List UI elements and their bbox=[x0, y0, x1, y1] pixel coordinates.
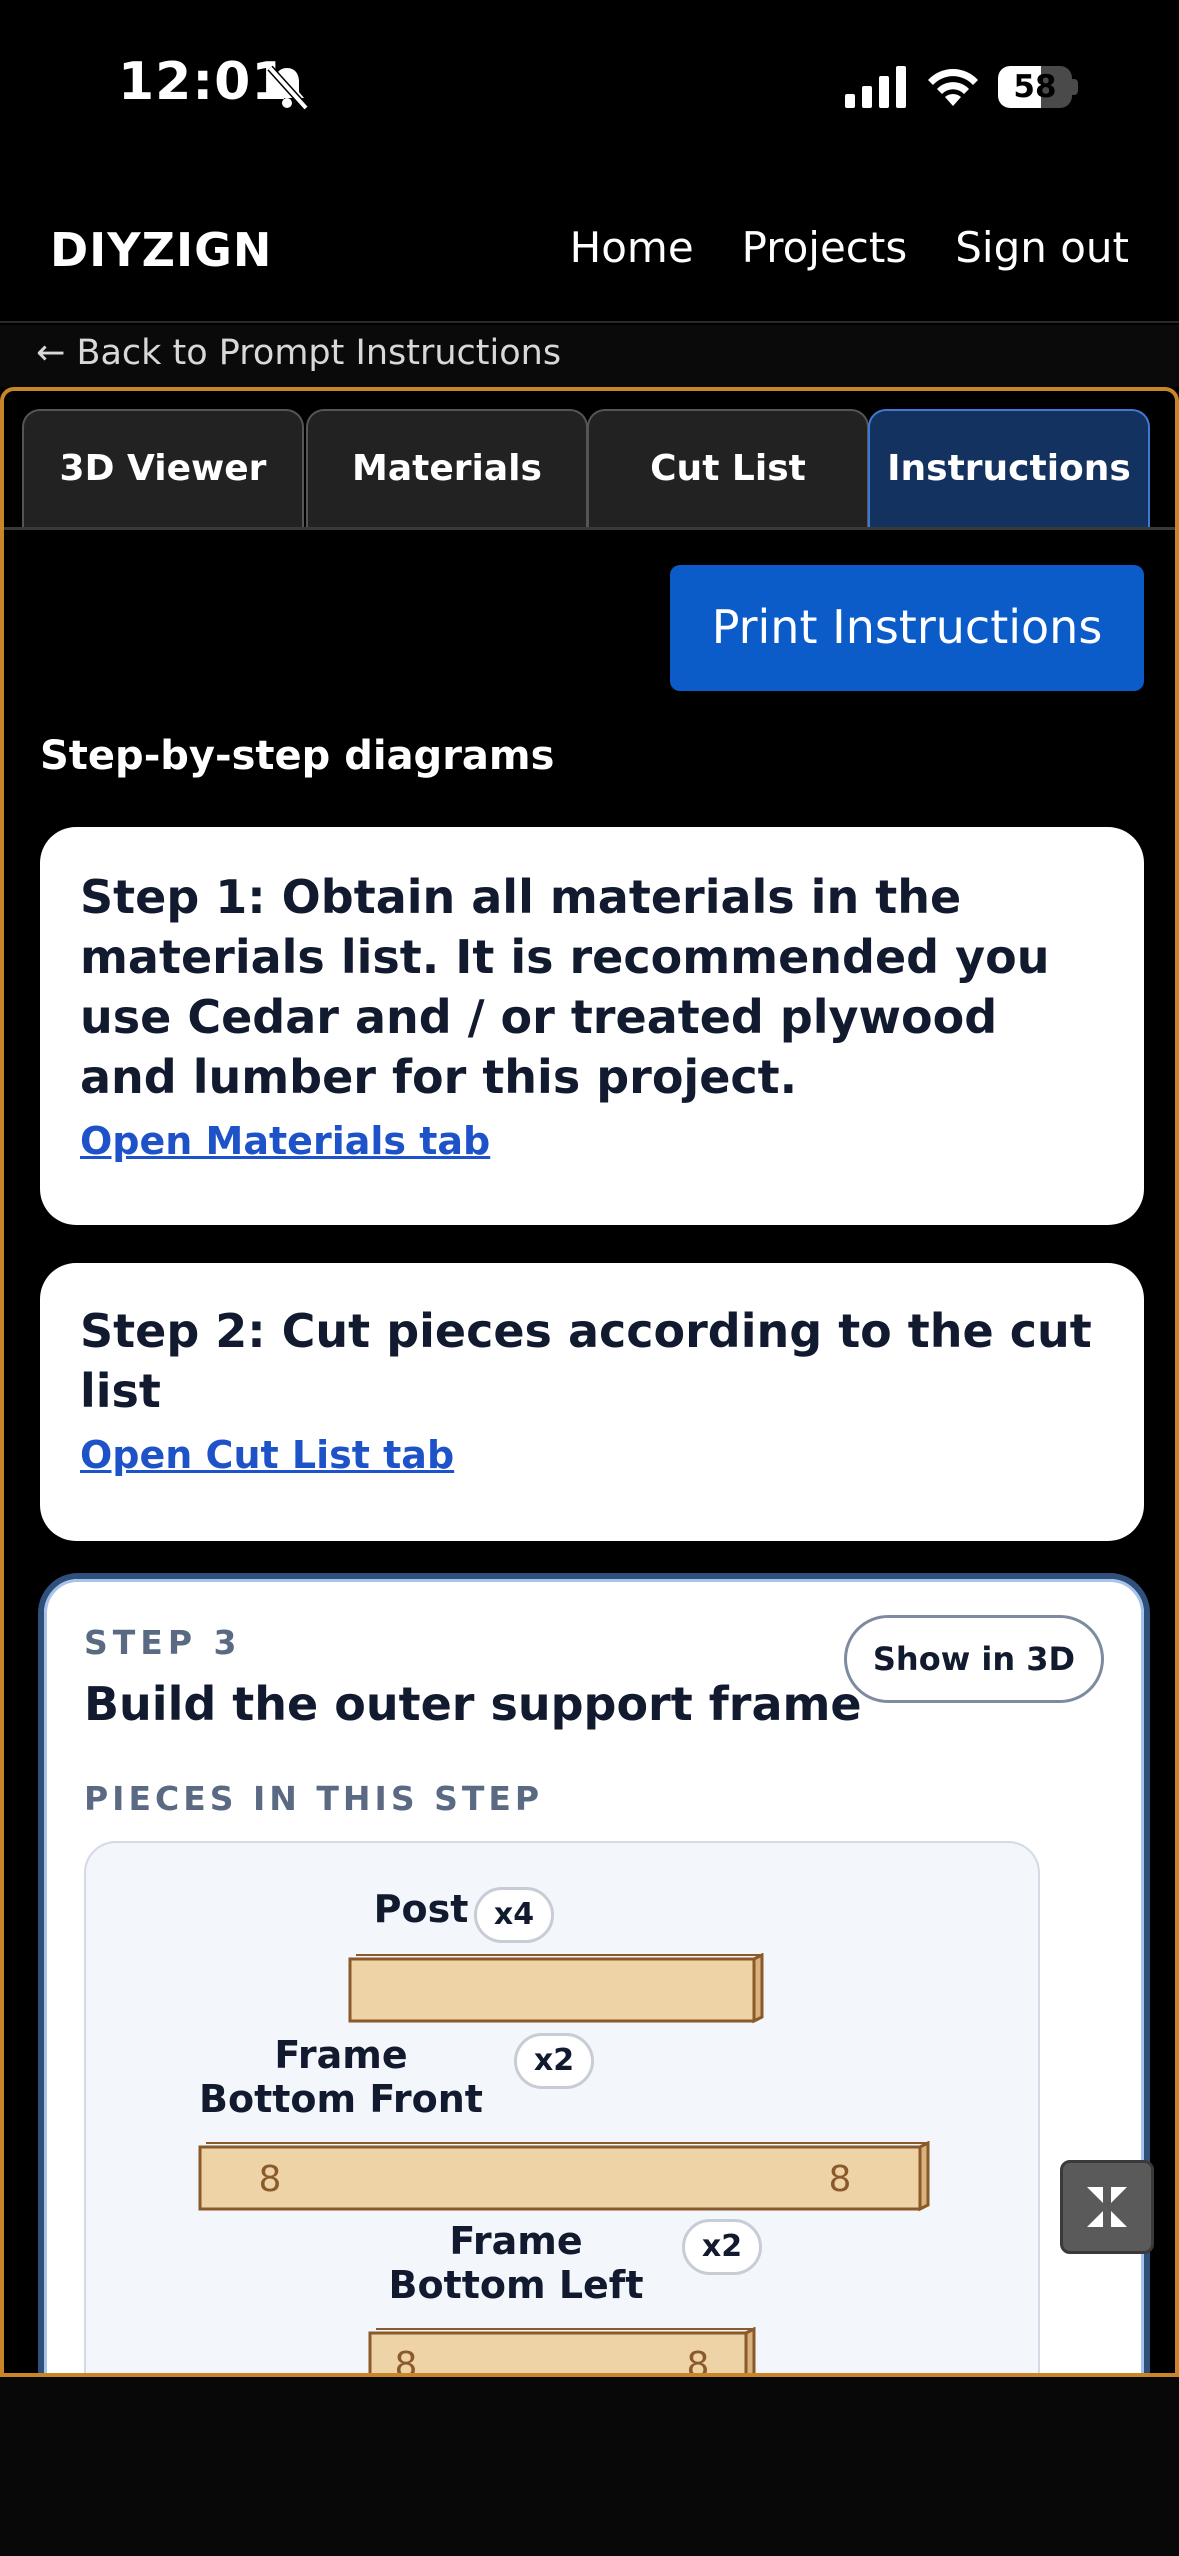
step-3-card: STEP 3 Build the outer support frame Sho… bbox=[38, 1573, 1150, 2377]
tab-instructions[interactable]: Instructions bbox=[868, 409, 1150, 529]
tab-materials[interactable]: Materials bbox=[306, 409, 588, 529]
bell-muted-icon bbox=[267, 65, 309, 111]
screw-hole-mark: 8 bbox=[395, 2345, 418, 2377]
status-bar: 12:01 58 bbox=[0, 0, 1179, 175]
open-materials-tab-link[interactable]: Open Materials tab bbox=[80, 1119, 490, 1163]
collapse-arrows-icon bbox=[1087, 2187, 1127, 2227]
pieces-diagram: Post x4 Frame Bottom Front x2 8 8 Frame … bbox=[84, 1841, 1040, 2377]
collapse-view-button[interactable] bbox=[1060, 2160, 1154, 2254]
step-1-card: Step 1: Obtain all materials in the mate… bbox=[40, 827, 1144, 1225]
step-2-card: Step 2: Cut pieces according to the cut … bbox=[40, 1263, 1144, 1541]
piece-qty-frame-bottom-front: x2 bbox=[514, 2033, 594, 2089]
project-panel: 3D Viewer Materials Cut List Instruction… bbox=[0, 387, 1179, 2377]
print-instructions-button[interactable]: Print Instructions bbox=[670, 565, 1144, 691]
show-in-3d-button[interactable]: Show in 3D bbox=[844, 1615, 1104, 1703]
step-3-title: Build the outer support frame bbox=[84, 1677, 862, 1731]
tab-cut-list[interactable]: Cut List bbox=[587, 409, 869, 529]
step-2-title: Step 2: Cut pieces according to the cut … bbox=[80, 1304, 1092, 1418]
cellular-signal-icon bbox=[845, 66, 906, 108]
frame-bottom-left-board-diagram: 8 8 bbox=[368, 2327, 756, 2377]
nav-links: Home Projects Sign out bbox=[570, 223, 1129, 272]
piece-name-frame-bottom-front: Frame Bottom Front bbox=[199, 2033, 483, 2121]
brand-logo[interactable]: DIYZIGN bbox=[50, 223, 272, 277]
open-cut-list-tab-link[interactable]: Open Cut List tab bbox=[80, 1433, 454, 1477]
tab-3d-viewer[interactable]: 3D Viewer bbox=[22, 409, 304, 529]
tab-divider bbox=[4, 527, 1175, 530]
step-1-title: Step 1: Obtain all materials in the mate… bbox=[80, 870, 1050, 1104]
battery-icon: 58 bbox=[998, 66, 1078, 108]
nav-home-link[interactable]: Home bbox=[570, 223, 694, 272]
wifi-icon bbox=[928, 69, 978, 106]
back-to-prompt-instructions-link[interactable]: ← Back to Prompt Instructions bbox=[36, 333, 561, 373]
post-board-diagram bbox=[348, 1953, 764, 2024]
pieces-label: PIECES IN THIS STEP bbox=[84, 1779, 544, 1818]
tab-bar: 3D Viewer Materials Cut List Instruction… bbox=[22, 409, 1162, 529]
section-title: Step-by-step diagrams bbox=[40, 733, 555, 779]
bottom-safe-area bbox=[0, 2377, 1179, 2556]
battery-percent: 58 bbox=[1013, 69, 1057, 105]
back-row: ← Back to Prompt Instructions bbox=[0, 325, 1179, 387]
piece-name-frame-bottom-left: Frame Bottom Left bbox=[388, 2219, 644, 2307]
screw-hole-mark: 8 bbox=[687, 2345, 710, 2377]
nav-sign-out-link[interactable]: Sign out bbox=[955, 223, 1129, 272]
nav-projects-link[interactable]: Projects bbox=[742, 223, 908, 272]
screw-hole-mark: 8 bbox=[259, 2159, 282, 2200]
frame-bottom-front-board-diagram: 8 8 bbox=[198, 2141, 930, 2212]
piece-qty-frame-bottom-left: x2 bbox=[682, 2219, 762, 2275]
screw-hole-mark: 8 bbox=[829, 2159, 852, 2200]
piece-qty-post: x4 bbox=[474, 1887, 554, 1943]
step-3-label: STEP 3 bbox=[84, 1623, 242, 1662]
top-navigation: DIYZIGN Home Projects Sign out bbox=[0, 175, 1179, 323]
